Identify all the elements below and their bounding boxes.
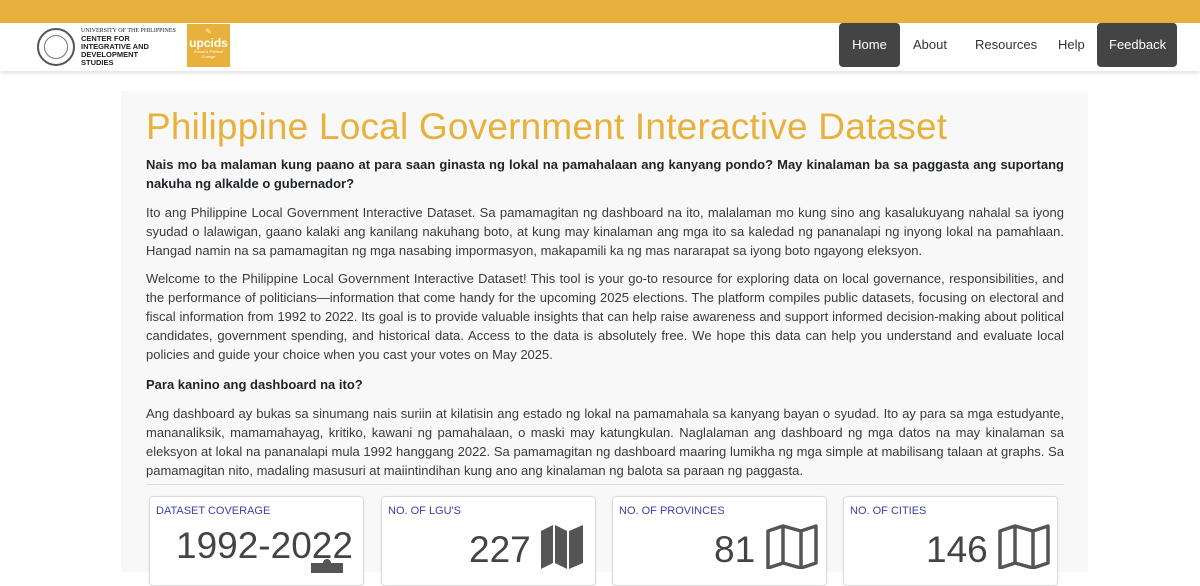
stat-value: 81 [714, 529, 756, 570]
nav-about-link[interactable]: About [901, 23, 959, 67]
section-divider [146, 484, 1064, 485]
logo-line-4: STUDIES [81, 58, 114, 67]
intro-paragraph-filipino: Ito ang Philippine Local Government Inte… [146, 205, 1064, 258]
nav-feedback-button[interactable]: Feedback [1097, 23, 1177, 67]
stat-label: DATASET COVERAGE [156, 505, 271, 517]
stat-card-provinces: NO. OF PROVINCES 81 [612, 496, 827, 586]
audience-paragraph: Ang dashboard ay bukas sa sinumang nais … [146, 406, 1064, 478]
upcids-brand: upcids [189, 36, 228, 50]
page-title: Philippine Local Government Interactive … [146, 106, 948, 147]
stat-value: 227 [469, 529, 531, 570]
map-filled-icon [541, 525, 583, 569]
intro-paragraph-english: Welcome to the Philippine Local Governme… [146, 271, 1064, 362]
upcids-tagline: Social & Political Change [193, 49, 224, 59]
audience-heading: Para kanino ang dashboard na ito? [146, 377, 363, 392]
upcids-logo[interactable]: ✎ upcids Social & Political Change [187, 24, 230, 67]
map-outline-icon [766, 524, 818, 569]
map-outline-icon [998, 524, 1050, 569]
nav-home-button[interactable]: Home [839, 23, 900, 67]
stat-label: NO. OF LGU'S [388, 505, 461, 517]
seal-inner-ring [44, 35, 68, 59]
stat-label: NO. OF PROVINCES [619, 505, 725, 517]
puzzle-icon [311, 559, 343, 573]
top-accent-bar [0, 0, 1200, 23]
up-seal-logo[interactable] [37, 28, 75, 66]
stat-card-lgus: NO. OF LGU'S 227 [381, 496, 596, 586]
navbar: UNIVERSITY OF THE PHILIPPINES CENTER FOR… [0, 23, 1200, 71]
stat-value: 146 [926, 529, 988, 570]
nav-help-link[interactable]: Help [1046, 23, 1097, 67]
stat-label: NO. OF CITIES [850, 505, 927, 517]
stat-card-cities: NO. OF CITIES 146 [843, 496, 1058, 586]
nav-resources-link[interactable]: Resources [963, 23, 1049, 67]
lead-question: Nais mo ba malaman kung paano at para sa… [146, 157, 1064, 191]
stat-card-dataset-coverage: DATASET COVERAGE 1992-2022 [149, 496, 364, 586]
cids-logo-text[interactable]: UNIVERSITY OF THE PHILIPPINES CENTER FOR… [81, 27, 176, 67]
